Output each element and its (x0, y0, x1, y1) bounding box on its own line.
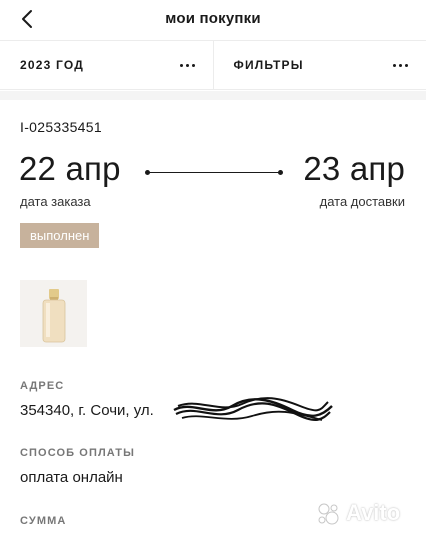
status-badge: выполнен (20, 223, 100, 248)
total-label: СУММА (20, 515, 67, 527)
product-thumbnail[interactable] (20, 280, 87, 347)
page-title: мои покупки (165, 10, 261, 27)
payment-method-value: оплата онлайн (20, 469, 123, 486)
watermark-text: Avito (346, 500, 401, 525)
avito-logo-icon (318, 503, 339, 525)
address-value: 354340, г. Сочи, ул. (20, 402, 154, 419)
payment-method-label: СПОСОБ ОПЛАТЫ (20, 447, 135, 459)
header: мои покупки (0, 0, 426, 38)
more-horizontal-icon[interactable] (393, 63, 408, 67)
foundation-bottle-image (42, 289, 65, 343)
order-date: 22 апр (19, 150, 121, 187)
delivery-date: 23 апр (303, 150, 405, 187)
order-number: I-025335451 (20, 119, 102, 135)
year-filter-button[interactable]: 2023 ГОД (0, 41, 213, 89)
redaction-scribble (173, 397, 333, 421)
order-date-caption: дата заказа (20, 194, 91, 209)
more-horizontal-icon[interactable] (179, 63, 195, 67)
filter-bar: 2023 ГОД ФИЛЬТРЫ (0, 40, 426, 90)
date-range-connector (145, 170, 283, 175)
address-label: АДРЕС (20, 380, 65, 392)
delivery-date-caption: дата доставки (319, 194, 405, 209)
filters-button[interactable]: ФИЛЬТРЫ (212, 41, 426, 89)
avito-watermark: Avito (316, 500, 400, 526)
year-filter-label: 2023 ГОД (20, 58, 84, 72)
section-divider (0, 91, 426, 100)
filters-label: ФИЛЬТРЫ (233, 58, 304, 72)
